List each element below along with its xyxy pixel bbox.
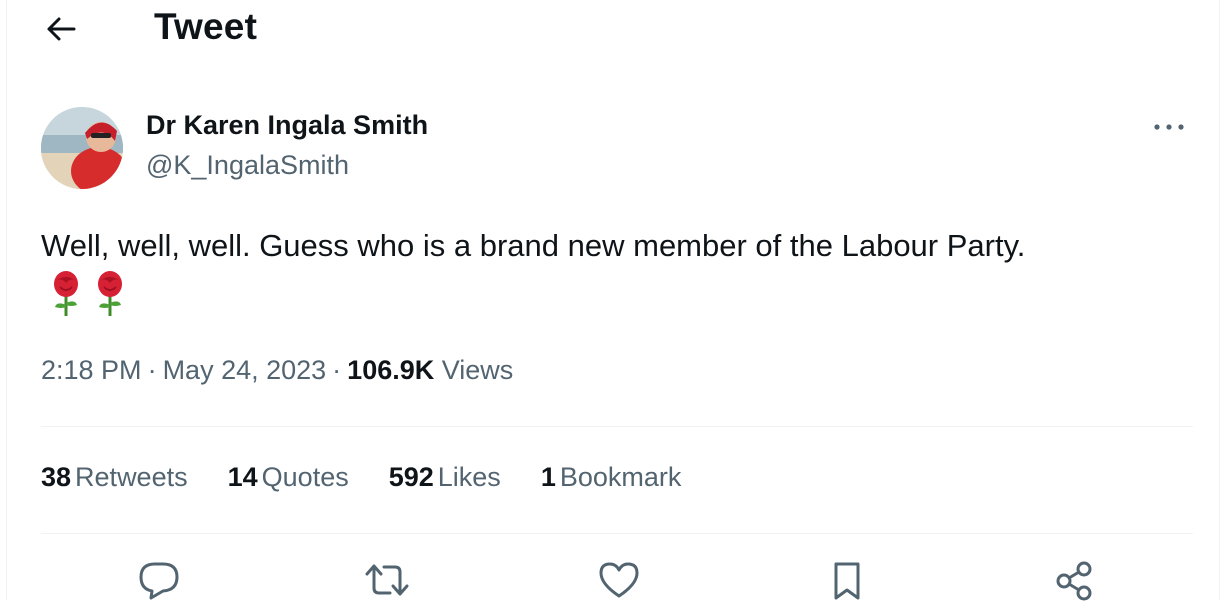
retweets-stat[interactable]: 38 Retweets	[41, 462, 188, 493]
share-icon	[1053, 560, 1097, 602]
page-title: Tweet	[154, 6, 258, 47]
avatar[interactable]	[41, 107, 123, 189]
likes-stat[interactable]: 592 Likes	[389, 462, 501, 493]
tweet-page: Tweet Dr Karen Ingala Smith @K_IngalaSmi…	[6, 0, 1220, 601]
quotes-count: 14	[227, 462, 258, 492]
tweet-text: Well, well, well. Guess who is a brand n…	[41, 228, 1026, 263]
bookmark-button[interactable]	[823, 560, 871, 608]
rose-icon	[49, 271, 83, 319]
like-icon	[597, 560, 641, 600]
quotes-stat[interactable]: 14 Quotes	[228, 462, 349, 493]
retweet-button[interactable]	[363, 560, 411, 608]
retweets-label: Retweets	[75, 462, 188, 492]
tweet-time[interactable]: 2:18 PM	[41, 355, 142, 385]
tweet-meta: 2:18 PM · May 24, 2023 · 106.9K Views	[41, 355, 513, 386]
likes-count: 592	[388, 462, 434, 492]
more-options-button[interactable]	[1149, 110, 1189, 144]
reply-button[interactable]	[135, 560, 183, 608]
page-header: Tweet	[7, 0, 1219, 58]
views-label: Views	[441, 355, 514, 385]
retweets-count: 38	[41, 462, 72, 492]
bookmark-icon	[829, 560, 865, 602]
more-horizontal-icon	[1153, 122, 1185, 132]
bookmarks-label: Bookmark	[559, 462, 682, 492]
divider	[41, 426, 1193, 427]
rose-icon	[93, 271, 127, 319]
tweet-actions-bar	[7, 548, 1219, 601]
meta-separator: ·	[147, 355, 157, 385]
bookmarks-count: 1	[540, 462, 556, 492]
author-handle[interactable]: @K_IngalaSmith	[146, 150, 349, 181]
reply-icon	[137, 560, 181, 600]
meta-separator: ·	[332, 355, 342, 385]
tweet-stats: 38 Retweets 14 Quotes 592 Likes 1 Bookmark	[41, 462, 721, 493]
views-count: 106.9K	[347, 355, 435, 385]
divider	[41, 533, 1193, 534]
likes-label: Likes	[437, 462, 501, 492]
retweet-icon	[363, 560, 411, 600]
quotes-label: Quotes	[261, 462, 349, 492]
like-button[interactable]	[595, 560, 643, 608]
tweet-emojis	[49, 271, 127, 319]
share-button[interactable]	[1051, 560, 1099, 608]
author-name[interactable]: Dr Karen Ingala Smith	[146, 110, 428, 141]
arrow-left-icon	[45, 15, 77, 43]
back-button[interactable]	[39, 10, 83, 48]
tweet-date[interactable]: May 24, 2023	[163, 355, 327, 385]
bookmarks-stat[interactable]: 1 Bookmark	[541, 462, 682, 493]
